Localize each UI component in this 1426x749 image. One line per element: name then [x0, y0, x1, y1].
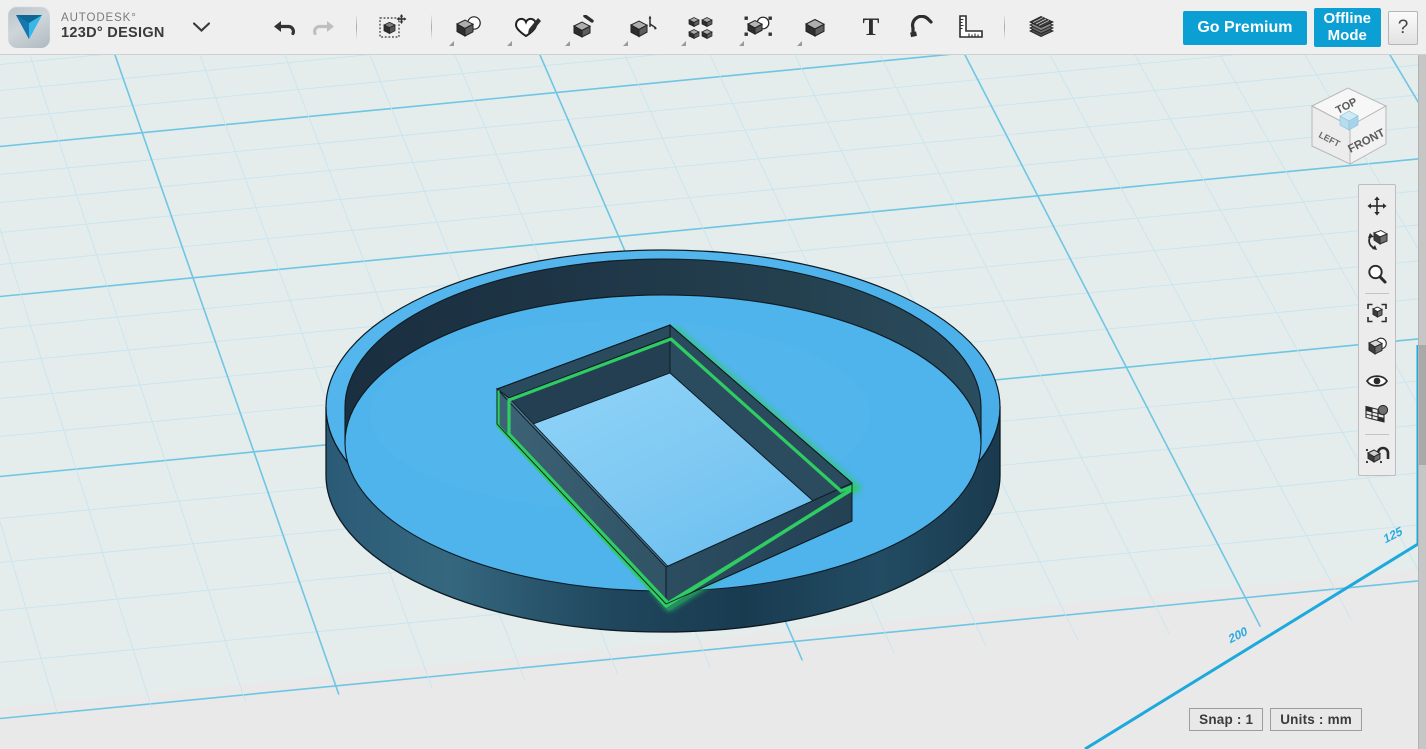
app-root: 125 200 TOP LEFT FRONT Snap: 1 Units: … [0, 0, 1426, 749]
smart-snap-magnet-icon [1365, 446, 1390, 464]
scrollbar-thumb[interactable] [1419, 345, 1426, 465]
viewport-canvas [0, 55, 1418, 749]
toolbar-materials-button[interactable] [1019, 5, 1065, 49]
toolbar-divider-1 [355, 14, 357, 40]
nav-fit-button[interactable] [1359, 296, 1395, 330]
nav-display-button[interactable] [1359, 330, 1395, 364]
view-cube[interactable]: TOP LEFT FRONT [1298, 78, 1394, 170]
measure-ruler-icon [958, 15, 983, 38]
orbit-cube-icon [1368, 229, 1389, 250]
toolbar-combine-button[interactable] [794, 5, 840, 49]
grid-snap-icon [1365, 404, 1389, 423]
nav-pan-button[interactable] [1359, 189, 1395, 223]
toolbar-pattern-button[interactable] [678, 5, 724, 49]
toolbar-construct-button[interactable] [562, 5, 608, 49]
toolbar-transform-button[interactable] [371, 5, 417, 49]
autodesk-logo-icon [8, 6, 50, 48]
toolbar-grouping-dropdown[interactable] [738, 41, 744, 46]
snap-magnet-icon [909, 15, 933, 38]
toolbar-pattern-dropdown[interactable] [680, 41, 686, 46]
display-shading-icon [1367, 337, 1387, 355]
toolbar-construct-dropdown[interactable] [564, 41, 570, 46]
pan-move-icon [1367, 196, 1387, 216]
snap-status[interactable]: Snap : 1 [1189, 708, 1264, 731]
nav-smart-snap-button[interactable] [1359, 437, 1395, 471]
offline-mode-button[interactable]: Offline Mode [1313, 7, 1381, 48]
brand-autodesk-label: AUTODESK° [61, 12, 137, 25]
pattern-grid-cubes-icon [687, 17, 713, 39]
help-button[interactable]: ? [1388, 10, 1418, 45]
redo-arrow-icon [312, 21, 334, 36]
nav-divider-2 [1365, 434, 1389, 435]
transform-cube-icon [379, 14, 407, 38]
zoom-magnifier-icon [1368, 264, 1387, 284]
tool-button-group: T [266, 0, 1065, 55]
toolbar-sketch-button[interactable] [504, 5, 550, 49]
toolbar-redo-button[interactable] [304, 5, 342, 49]
vertical-scrollbar[interactable] [1418, 55, 1426, 749]
brand-product-label: 123D° DESIGN [61, 25, 165, 42]
fit-to-window-icon [1367, 303, 1387, 323]
nav-zoom-button[interactable] [1359, 257, 1395, 291]
combine-cube-icon [804, 18, 825, 37]
sketch-pencil-icon [514, 17, 541, 38]
construct-extrude-icon [572, 15, 594, 38]
toolbar-primitives-button[interactable] [446, 5, 492, 49]
toolbar-combine-dropdown[interactable] [796, 41, 802, 46]
materials-layers-icon [1028, 16, 1054, 37]
go-premium-button[interactable]: Go Premium [1183, 10, 1307, 45]
svg-text:T: T [862, 15, 879, 39]
nav-grid-button[interactable] [1359, 398, 1395, 432]
toolbar-sketch-dropdown[interactable] [506, 41, 512, 46]
grouping-boolean-icon [744, 16, 772, 36]
nav-visibility-button[interactable] [1359, 364, 1395, 398]
status-bar: Snap : 1 Units : mm [1189, 708, 1362, 731]
toolbar-undo-button[interactable] [266, 5, 304, 49]
offline-mode-line-1: Offline [1323, 9, 1372, 27]
toolbar-primitives-dropdown[interactable] [448, 41, 454, 46]
top-right-actions: Go Premium Offline Mode ? [1183, 0, 1418, 55]
nav-divider-1 [1365, 293, 1389, 294]
eye-visibility-icon [1366, 375, 1388, 387]
offline-mode-line-2: Mode [1327, 26, 1367, 44]
primitives-cube-sphere-icon [455, 16, 481, 37]
toolbar-text-button[interactable]: T [852, 5, 890, 49]
toolbar-divider-3 [1003, 14, 1005, 40]
nav-orbit-button[interactable] [1359, 223, 1395, 257]
units-status[interactable]: Units : mm [1270, 708, 1362, 731]
toolbar-grouping-button[interactable] [736, 5, 782, 49]
toolbar-divider-2 [430, 14, 432, 40]
toolbar-snap-button[interactable] [902, 5, 940, 49]
brand-area[interactable]: AUTODESK° 123D° DESIGN [0, 6, 210, 48]
text-t-icon: T [862, 15, 879, 39]
toolbar-measure-button[interactable] [952, 5, 990, 49]
top-toolbar: AUTODESK° 123D° DESIGN T Go Premium Offl… [0, 0, 1426, 55]
toolbar-modify-button[interactable] [620, 5, 666, 49]
undo-arrow-icon [273, 21, 295, 36]
modify-cube-arrows-icon [629, 15, 657, 38]
chevron-down-icon[interactable] [192, 20, 210, 35]
navigation-toolbar[interactable] [1358, 184, 1396, 476]
toolbar-modify-dropdown[interactable] [622, 41, 628, 46]
viewport-3d[interactable]: 125 200 TOP LEFT FRONT Snap: 1 Units: … [0, 55, 1418, 749]
